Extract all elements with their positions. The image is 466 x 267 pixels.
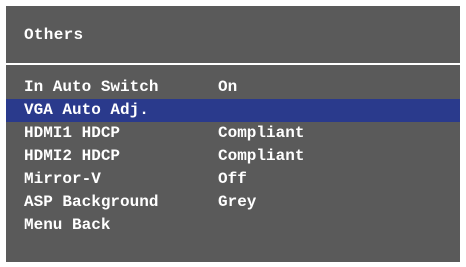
menu-item-hdmi2-hdcp[interactable]: HDMI2 HDCP Compliant <box>6 145 460 168</box>
menu-item-vga-auto-adj[interactable]: VGA Auto Adj. <box>6 99 460 122</box>
menu-item-value: Grey <box>218 193 257 211</box>
osd-menu-panel: Others In Auto Switch On VGA Auto Adj. H… <box>6 6 460 262</box>
menu-item-label: Menu Back <box>24 216 111 234</box>
menu-item-value: On <box>218 78 238 96</box>
menu-item-asp-background[interactable]: ASP Background Grey <box>6 191 460 214</box>
menu-item-mirror-v[interactable]: Mirror-V Off <box>6 168 460 191</box>
menu-item-hdmi1-hdcp[interactable]: HDMI1 HDCP Compliant <box>6 122 460 145</box>
menu-item-value: Off <box>218 170 247 188</box>
menu-item-label: HDMI2 HDCP <box>24 147 121 165</box>
menu-list: In Auto Switch On VGA Auto Adj. HDMI1 HD… <box>6 76 460 237</box>
menu-title: Others <box>24 26 84 44</box>
menu-header: Others <box>6 6 460 60</box>
menu-item-label: In Auto Switch <box>24 78 159 96</box>
menu-item-label: VGA Auto Adj. <box>24 101 149 119</box>
menu-item-value: Compliant <box>218 124 305 142</box>
menu-item-menu-back[interactable]: Menu Back <box>6 214 460 237</box>
menu-item-in-auto-switch[interactable]: In Auto Switch On <box>6 76 460 99</box>
menu-item-label: HDMI1 HDCP <box>24 124 121 142</box>
menu-item-label: ASP Background <box>24 193 159 211</box>
menu-item-value: Compliant <box>218 147 305 165</box>
menu-item-label: Mirror-V <box>24 170 101 188</box>
header-divider <box>6 63 460 65</box>
